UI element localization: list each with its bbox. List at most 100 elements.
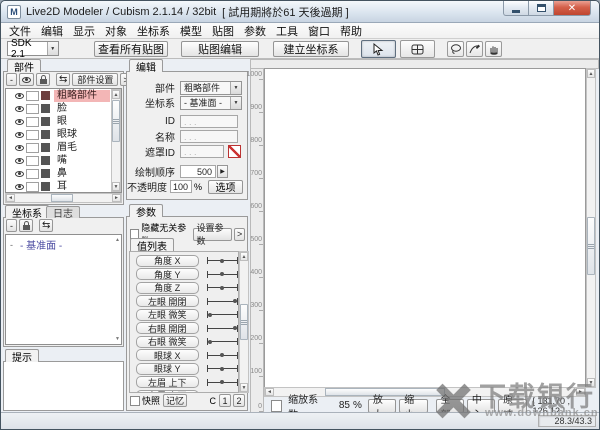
slider-marker[interactable] <box>233 299 237 303</box>
scroll-down-icon[interactable]: ▼ <box>587 378 595 387</box>
preset-2-button[interactable]: 2 <box>233 394 245 407</box>
eye-icon[interactable] <box>13 105 26 112</box>
param-slider[interactable] <box>207 392 238 393</box>
draw-order-spinner[interactable]: ▶ <box>217 165 228 178</box>
tab-parts[interactable]: 部件 <box>7 59 41 74</box>
tab-params[interactable]: 参数 <box>129 204 163 219</box>
collapse-all-button[interactable]: - <box>6 73 17 86</box>
canvas-vertical-scrollbar[interactable]: ▲ ▼ <box>586 68 596 388</box>
lock-toggle-button[interactable] <box>36 73 50 86</box>
part-name[interactable]: 眼球 <box>54 129 110 141</box>
param-slider[interactable] <box>206 311 238 318</box>
scroll-up-icon[interactable]: ▲ <box>240 252 248 261</box>
tab-value-list[interactable]: 值列表 <box>130 238 174 253</box>
param-name-button[interactable]: 左眉 上下 <box>136 376 199 388</box>
slider-marker[interactable] <box>207 312 212 317</box>
param-slider[interactable] <box>206 338 238 345</box>
menu-object[interactable]: 对象 <box>100 23 132 39</box>
part-row-0[interactable]: 粗略部件 <box>6 89 121 102</box>
menu-help[interactable]: 帮助 <box>335 23 367 39</box>
param-slider[interactable] <box>206 270 238 278</box>
mask-none-button[interactable] <box>228 145 241 158</box>
scroll-down-icon[interactable]: ▼ <box>112 182 120 191</box>
eye-icon[interactable] <box>13 183 26 190</box>
param-name-button[interactable]: 角度 Y <box>136 268 199 280</box>
part-row-1[interactable]: 脸 <box>6 102 121 115</box>
scroll-up-icon[interactable]: ▲ <box>115 237 120 243</box>
eye-icon[interactable] <box>13 170 26 177</box>
scroll-up-icon[interactable]: ▲ <box>587 69 595 78</box>
scroll-left-icon[interactable]: ◄ <box>265 388 274 396</box>
hand-tool-button[interactable] <box>485 41 502 57</box>
param-slider[interactable] <box>206 297 238 305</box>
minimize-button[interactable] <box>503 1 529 16</box>
part-checkbox[interactable] <box>26 142 39 153</box>
fit-all-button[interactable]: 全部 <box>435 395 464 421</box>
param-slider[interactable] <box>206 351 238 359</box>
menu-params[interactable]: 参数 <box>239 23 271 39</box>
param-name-button[interactable]: 右眼 微笑 <box>136 335 199 348</box>
part-name[interactable]: 眉毛 <box>54 142 110 154</box>
eye-icon[interactable] <box>13 131 26 138</box>
part-checkbox[interactable] <box>26 181 39 192</box>
scroll-left-icon[interactable]: ◄ <box>6 194 15 202</box>
part-checkbox[interactable] <box>26 129 39 140</box>
options-button[interactable]: 选项 <box>208 179 243 194</box>
select-tool-button[interactable] <box>361 40 396 58</box>
sdk-version-select[interactable]: SDK 2.1 ▼ <box>7 38 59 60</box>
maximize-button[interactable] <box>528 1 554 16</box>
canvas-viewport[interactable] <box>264 68 586 388</box>
scrollbar-thumb[interactable] <box>112 100 120 142</box>
pen-tool-button[interactable] <box>466 41 483 57</box>
menu-file[interactable]: 文件 <box>4 23 36 39</box>
menu-edit[interactable]: 编辑 <box>36 23 68 39</box>
part-row-3[interactable]: 眼球 <box>6 128 121 141</box>
scroll-down-icon[interactable]: ▼ <box>240 383 248 392</box>
actual-size-button[interactable]: 原寸 <box>498 395 527 421</box>
part-row-7[interactable]: 耳 <box>6 180 121 192</box>
center-button[interactable]: 中心 <box>466 395 496 421</box>
slider-marker[interactable] <box>233 326 237 330</box>
part-name[interactable]: 脸 <box>54 103 110 115</box>
part-row-5[interactable]: 嘴 <box>6 154 121 167</box>
scrollbar-thumb[interactable] <box>240 304 248 340</box>
param-slider[interactable] <box>206 284 238 291</box>
param-name-button[interactable]: 眼球 X <box>136 349 199 361</box>
part-checkbox[interactable] <box>26 103 39 114</box>
parts-vertical-scrollbar[interactable]: ▲ ▼ <box>111 89 121 192</box>
tree-item-base-plane[interactable]: - - 基准面 - <box>6 235 121 253</box>
view-all-textures-button[interactable]: 查看所有贴图 <box>94 41 168 57</box>
texture-edit-button[interactable]: 贴图编辑 <box>181 41 259 57</box>
slider-marker[interactable] <box>220 353 225 357</box>
part-checkbox[interactable] <box>26 90 39 101</box>
tab-coordsys[interactable]: 坐标系 <box>5 205 49 220</box>
id-field[interactable]: . . . <box>180 115 238 128</box>
scroll-down-icon[interactable]: ▼ <box>115 336 120 342</box>
param-slider[interactable] <box>206 257 238 264</box>
opacity-field[interactable]: 100 <box>170 180 192 193</box>
scrollbar-thumb[interactable] <box>587 217 595 275</box>
param-name-button[interactable]: 眼球 Y <box>136 362 199 375</box>
part-checkbox[interactable] <box>26 168 39 179</box>
scrollbar-thumb[interactable] <box>51 194 73 202</box>
mask-id-field[interactable]: . . . <box>180 145 224 158</box>
tab-hint[interactable]: 提示 <box>5 349 39 364</box>
part-row-2[interactable]: 眼 <box>6 115 121 128</box>
part-row-6[interactable]: 鼻 <box>6 167 121 180</box>
eye-icon[interactable] <box>13 92 26 99</box>
visibility-toggle-button[interactable] <box>19 73 34 86</box>
create-coordsys-button[interactable]: 建立坐标系 <box>273 41 349 57</box>
tree-expander-icon[interactable]: - <box>10 240 20 250</box>
collapse-all-button[interactable]: - <box>6 219 17 232</box>
tab-log[interactable]: 日志 <box>46 206 80 220</box>
eye-icon[interactable] <box>13 157 26 164</box>
menu-tools[interactable]: 工具 <box>271 23 303 39</box>
slider-marker[interactable] <box>207 339 212 344</box>
grid-tool-button[interactable] <box>400 40 435 58</box>
part-dropdown[interactable]: 粗略部件 ▼ <box>180 80 242 95</box>
slider-marker[interactable] <box>220 272 225 276</box>
snapshot-checkbox[interactable] <box>130 395 140 406</box>
zoom-out-button[interactable]: 缩小 <box>399 395 428 421</box>
eye-icon[interactable] <box>13 118 26 125</box>
param-name-button[interactable]: 右眉 上下 <box>136 389 199 392</box>
